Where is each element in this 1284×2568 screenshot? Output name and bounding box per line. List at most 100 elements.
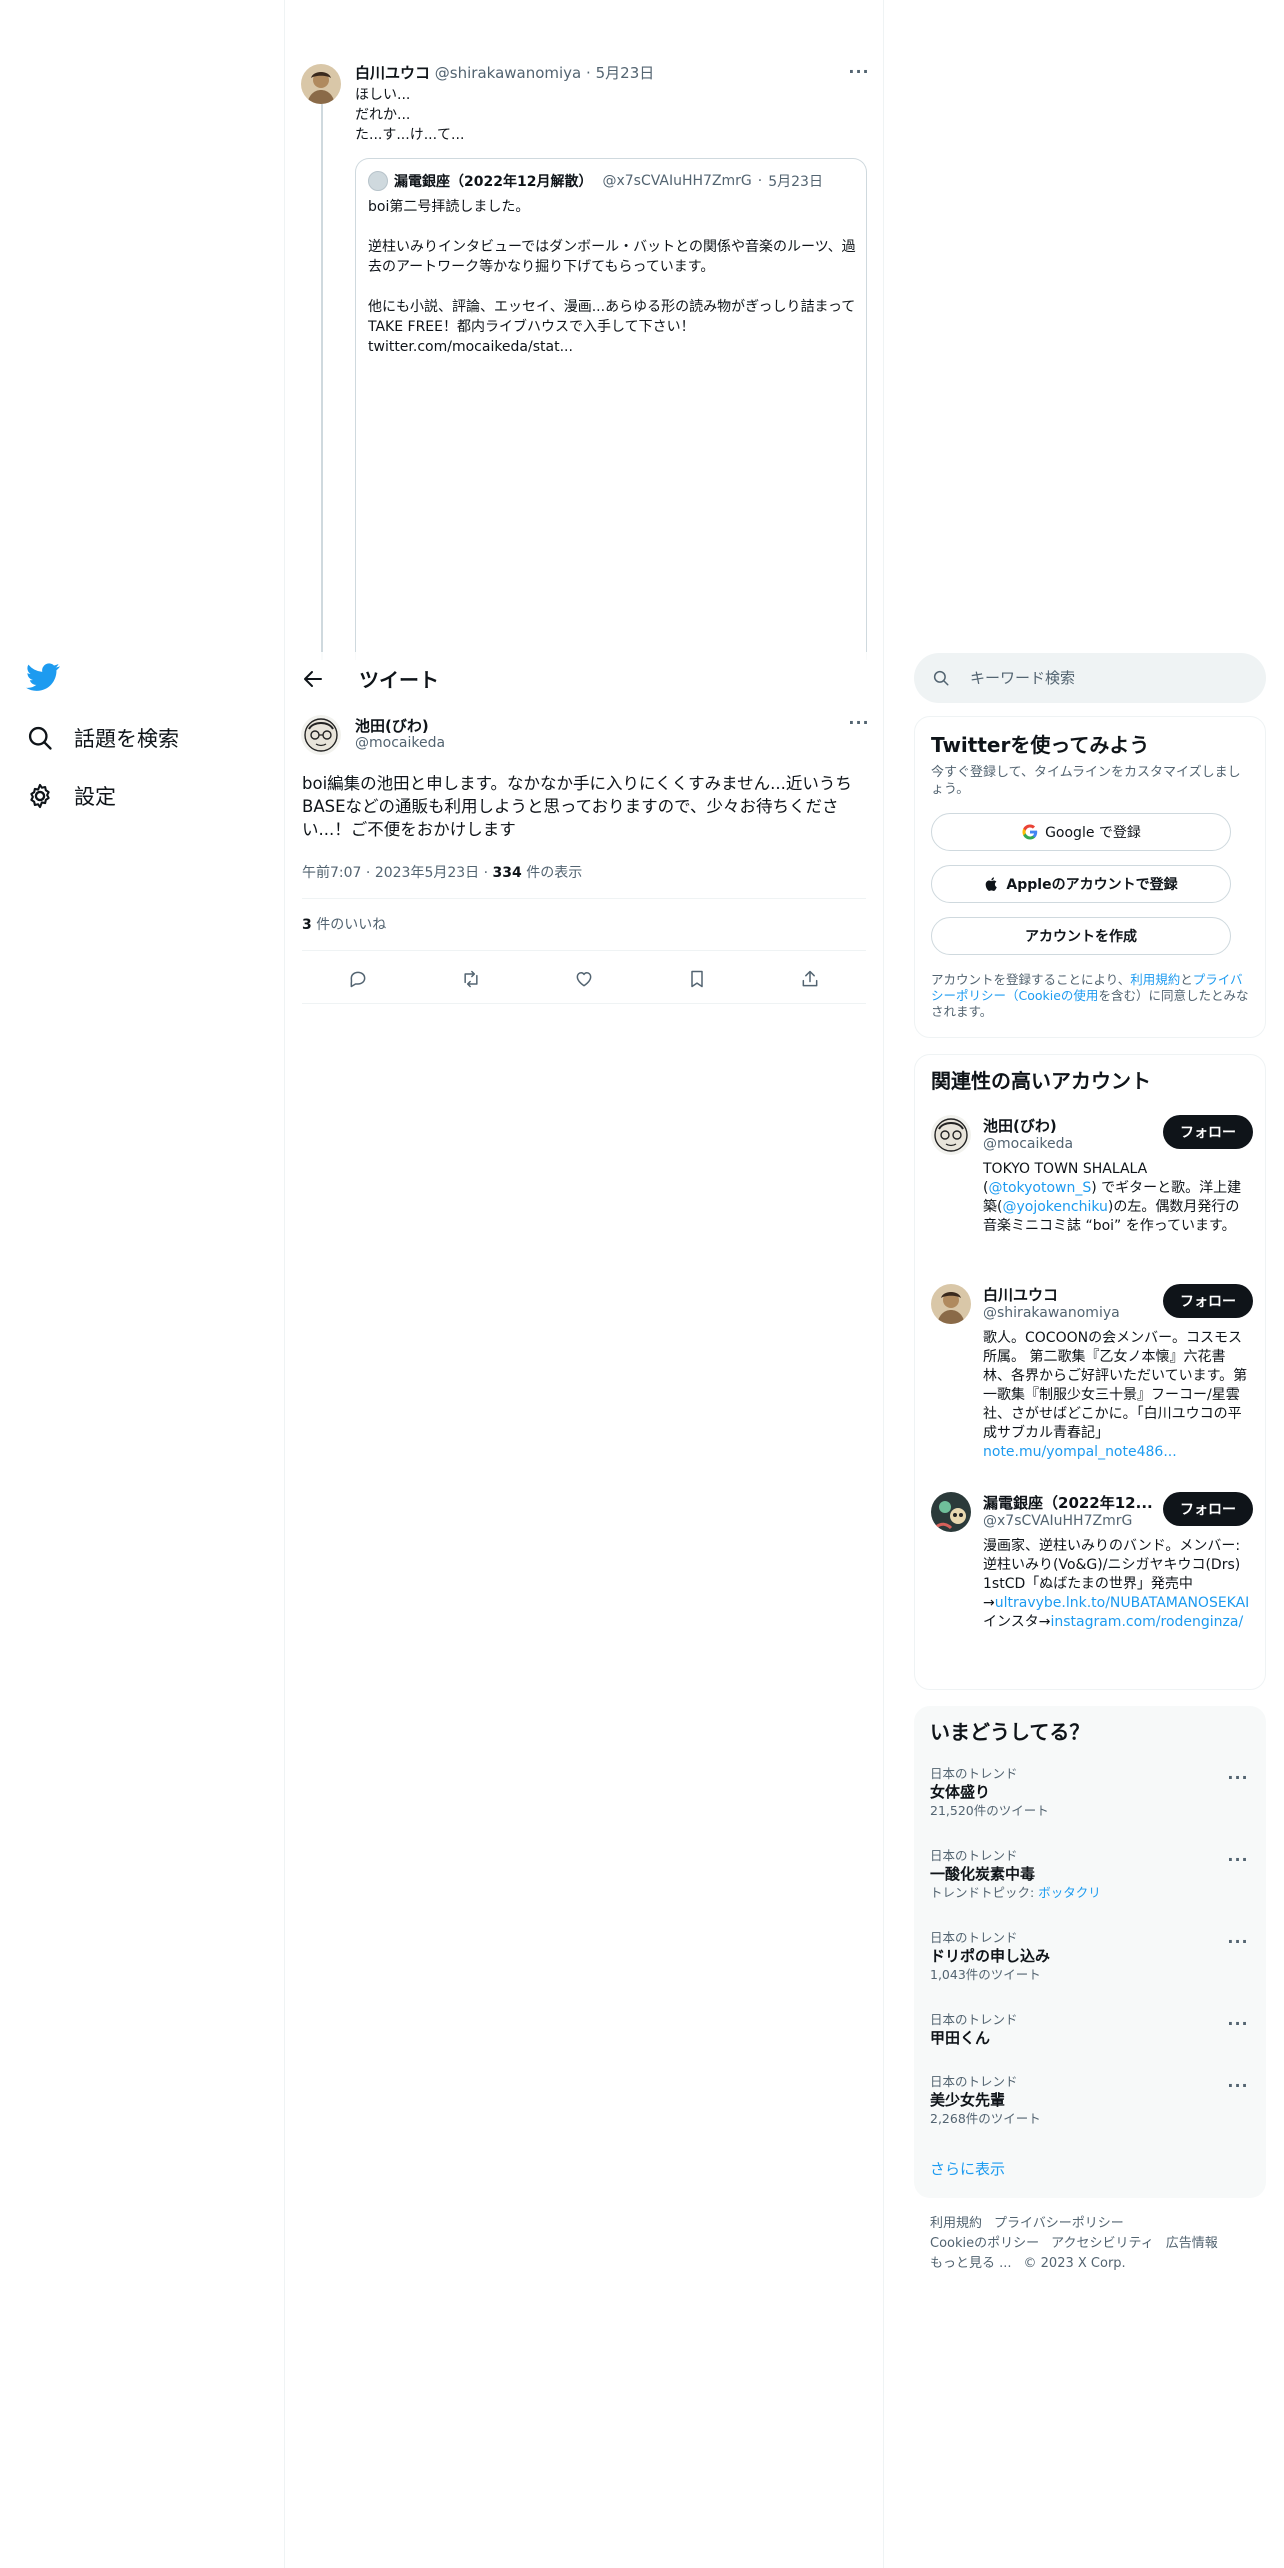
right-sidebar: Twitterを使ってみよう 今すぐ登録して、タイムラインをカスタマイズしましょ…: [914, 0, 1266, 2568]
quote-date: 5月23日: [768, 174, 823, 190]
tweet-time[interactable]: 午前7:07: [302, 865, 361, 881]
trend-category: 日本のトレンド: [930, 1930, 1018, 1945]
footer-more-link[interactable]: もっと見る ...: [930, 2256, 1012, 2271]
google-icon: [1022, 824, 1038, 840]
trend-item[interactable]: 日本のトレンド ドリポの申し込み 1,043件のツイート ···: [930, 1930, 1250, 1984]
footer-terms-link[interactable]: 利用規約: [930, 2216, 982, 2231]
follow-button[interactable]: フォロー: [1163, 1115, 1253, 1149]
trend-category: 日本のトレンド: [930, 2074, 1018, 2089]
trend-count: 21,520件のツイート: [930, 1803, 1049, 1818]
follow-button[interactable]: フォロー: [1163, 1492, 1253, 1526]
back-arrow-icon[interactable]: [301, 667, 325, 691]
tweet-text: ほしい... だれか... た...す...け...て...: [355, 87, 465, 143]
views-count: 334: [492, 865, 522, 881]
apple-signup-label: Appleのアカウントで登録: [1006, 877, 1178, 893]
nav-settings-label: 設定: [74, 785, 116, 809]
account-item[interactable]: 白川ユウコ @shirakawanomiya フォロー 歌人。COCOONの会メ…: [931, 1284, 1253, 1474]
more-options-icon[interactable]: ···: [847, 715, 871, 737]
avatar[interactable]: [301, 715, 341, 755]
trend-name: 甲田くん: [930, 2029, 991, 2047]
google-signup-label: Google で登録: [1045, 825, 1141, 841]
account-handle[interactable]: @x7sCVAIuHH7ZmrG: [983, 1513, 1132, 1529]
share-icon[interactable]: [800, 969, 820, 989]
more-options-icon[interactable]: ···: [1226, 2078, 1250, 2100]
account-bio: TOKYO TOWN SHALALA (@tokyotown_S) でギターと歌…: [983, 1160, 1251, 1236]
trend-item[interactable]: 日本のトレンド 甲田くん ···: [930, 2012, 1250, 2048]
context-tweet[interactable]: 白川ユウコ @shirakawanomiya · 5月23日 ··· ほしい..…: [285, 0, 883, 660]
trend-topic-link[interactable]: ボッタクリ: [1038, 1885, 1101, 1900]
nav-explore[interactable]: 話題を検索: [26, 718, 179, 758]
bio-text: 歌人。COCOONの会メンバー。コスモス所属。 第二歌集『乙女ノ本懐』六花書林、…: [983, 1330, 1248, 1441]
likes-stat[interactable]: 3 件のいいね: [302, 914, 386, 934]
left-navigation: 話題を検索 設定: [0, 0, 284, 2568]
create-account-button[interactable]: アカウントを作成: [931, 917, 1231, 955]
bio-link[interactable]: ultravybe.lnk.to/NUBATAMANOSEKAI: [995, 1595, 1250, 1611]
bookmark-icon[interactable]: [687, 969, 707, 989]
account-name[interactable]: 白川ユウコ: [983, 1284, 1058, 1305]
terms-notice: アカウントを登録することにより、利用規約とプライバシーポリシー（Cookieの使…: [931, 972, 1251, 1020]
likes-count: 3: [302, 917, 312, 933]
twitter-logo-icon[interactable]: [26, 660, 60, 694]
account-item[interactable]: 池田(びわ) @mocaikeda フォロー TOKYO TOWN SHALAL…: [931, 1115, 1253, 1265]
account-item[interactable]: 漏電銀座（2022年12... @x7sCVAIuHH7ZmrG フォロー 漫画…: [931, 1492, 1253, 1672]
avatar[interactable]: [931, 1492, 971, 1532]
trend-item[interactable]: 日本のトレンド 美少女先輩 2,268件のツイート ···: [930, 2074, 1250, 2128]
reply-icon[interactable]: [348, 969, 368, 989]
author-handle[interactable]: @mocaikeda: [355, 735, 445, 751]
tweet-date[interactable]: 2023年5月23日: [375, 865, 479, 881]
more-options-icon[interactable]: ···: [847, 64, 871, 86]
more-options-icon[interactable]: ···: [1226, 2016, 1250, 2038]
retweet-icon[interactable]: [461, 969, 481, 989]
search-icon: [28, 726, 52, 750]
more-options-icon[interactable]: ···: [1226, 1852, 1250, 1874]
account-handle[interactable]: @shirakawanomiya: [983, 1305, 1120, 1321]
footer-cookie-link[interactable]: Cookieのポリシー: [930, 2236, 1039, 2251]
trend-topic: トレンドトピック: ボッタクリ: [930, 1884, 1250, 1902]
trend-category: 日本のトレンド: [930, 2012, 1018, 2027]
terms-prefix: アカウントを登録することにより、: [931, 972, 1131, 987]
bio-link[interactable]: instagram.com/rodenginza/: [1050, 1614, 1243, 1630]
apple-signup-button[interactable]: Appleのアカウントで登録: [931, 865, 1231, 903]
nav-settings[interactable]: 設定: [26, 776, 116, 816]
avatar[interactable]: [931, 1115, 971, 1155]
tweet-header: 白川ユウコ @shirakawanomiya · 5月23日: [355, 63, 654, 83]
signup-subtitle: 今すぐ登録して、タイムラインをカスタマイズしましょう。: [931, 765, 1241, 797]
tweet-date[interactable]: 5月23日: [596, 64, 655, 82]
author-handle[interactable]: @shirakawanomiya: [435, 64, 581, 82]
tweet-text: boi編集の池田と申します。なかなか手に入りにくくすみません...近いうちBAS…: [302, 774, 852, 839]
footer-copyright: © 2023 X Corp.: [1023, 2256, 1126, 2271]
likes-label: 件のいいね: [316, 917, 387, 933]
author-name[interactable]: 白川ユウコ: [355, 64, 430, 82]
quote-tweet[interactable]: 漏電銀座（2022年12月解散） @x7sCVAIuHH7ZmrG · 5月23…: [355, 158, 867, 660]
separator-dot: ·: [483, 865, 489, 881]
account-name[interactable]: 漏電銀座（2022年12...: [983, 1492, 1153, 1513]
like-heart-icon[interactable]: [574, 969, 594, 989]
footer-accessibility-link[interactable]: アクセシビリティ: [1051, 2236, 1154, 2251]
avatar[interactable]: [301, 64, 341, 104]
footer-privacy-link[interactable]: プライバシーポリシー: [994, 2216, 1124, 2231]
more-options-icon[interactable]: ···: [1226, 1934, 1250, 1956]
author-name[interactable]: 池田(びわ): [355, 715, 429, 736]
apple-icon: [986, 877, 998, 891]
terms-link[interactable]: 利用規約: [1130, 972, 1180, 987]
trend-category: 日本のトレンド: [930, 1848, 1018, 1863]
account-handle[interactable]: @mocaikeda: [983, 1136, 1073, 1152]
bio-mention[interactable]: @yojokenchiku: [1002, 1199, 1107, 1215]
trend-count: 1,043件のツイート: [930, 1967, 1041, 1982]
trend-item[interactable]: 日本のトレンド 女体盛り 21,520件のツイート ···: [930, 1766, 1250, 1820]
quote-author-name: 漏電銀座（2022年12月解散）: [394, 174, 593, 190]
google-signup-button[interactable]: Google で登録: [931, 813, 1231, 851]
bio-link[interactable]: note.mu/yompal_note486...: [983, 1444, 1177, 1460]
trend-item[interactable]: 日本のトレンド 一酸化炭素中毒 トレンドトピック: ボッタクリ ···: [930, 1848, 1250, 1902]
avatar[interactable]: [931, 1284, 971, 1324]
show-more-link[interactable]: さらに表示: [930, 2158, 1005, 2179]
quote-text: boi第二号拝読しました。 逆柱いみりインタビューではダンボール・バットとの関係…: [368, 199, 856, 355]
follow-button[interactable]: フォロー: [1163, 1284, 1253, 1318]
account-name[interactable]: 池田(びわ): [983, 1115, 1057, 1136]
related-title: 関連性の高いアカウント: [931, 1069, 1151, 1093]
footer-ads-link[interactable]: 広告情報: [1166, 2236, 1218, 2251]
search-bar[interactable]: [914, 653, 1266, 703]
more-options-icon[interactable]: ···: [1226, 1770, 1250, 1792]
search-input[interactable]: [970, 669, 1250, 687]
bio-mention[interactable]: @tokyotown_S: [988, 1180, 1091, 1196]
